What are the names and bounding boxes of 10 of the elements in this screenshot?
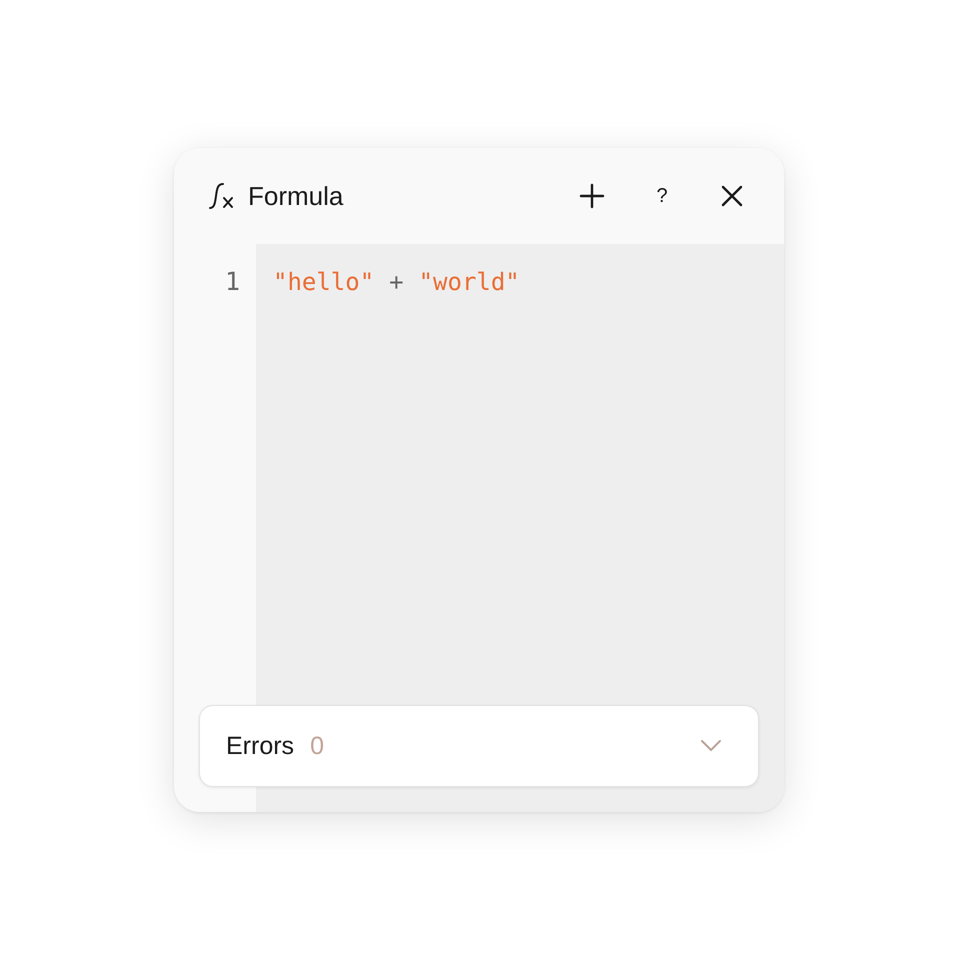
- panel-title: Formula: [248, 180, 344, 212]
- string-literal: "hello": [273, 267, 374, 298]
- string-literal: "world": [418, 267, 520, 298]
- code-operator: +: [389, 267, 404, 298]
- plus-icon: [579, 183, 605, 209]
- line-number: 1: [224, 266, 240, 298]
- errors-count: 0: [310, 732, 325, 760]
- close-icon: [720, 184, 744, 208]
- errors-panel[interactable]: Errors 0: [199, 705, 759, 787]
- help-button[interactable]: ?: [642, 176, 682, 216]
